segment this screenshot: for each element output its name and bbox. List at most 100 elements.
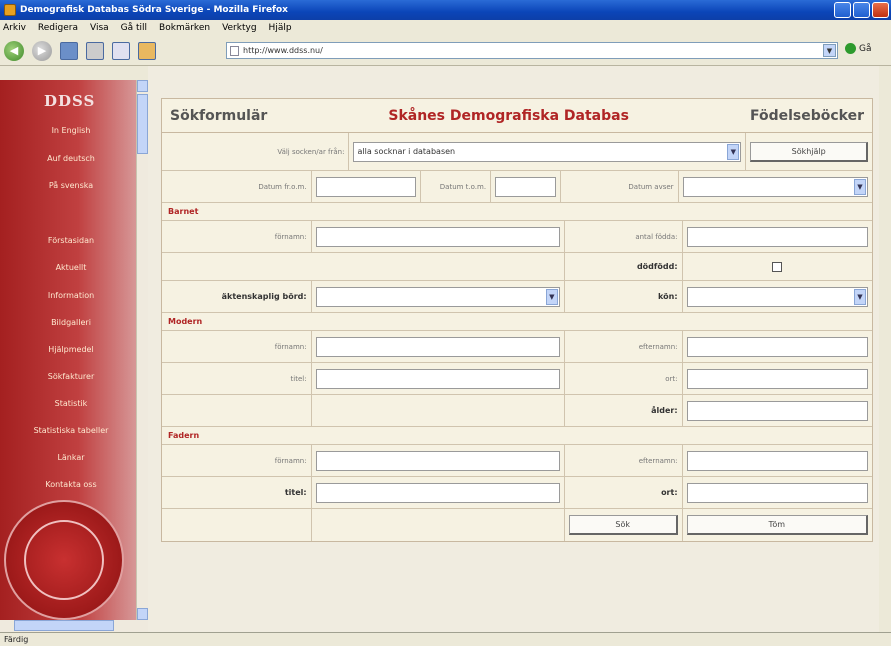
mother-title-label-cell: titel: [162,363,312,394]
minimize-button[interactable] [834,2,851,18]
date-from-input[interactable] [315,176,417,197]
forward-icon[interactable]: ▶ [32,40,52,61]
go-button[interactable]: Gå [845,43,872,54]
menu-item-go[interactable]: Gå till [121,23,147,33]
date-to-cell [491,171,561,202]
stop-icon[interactable] [86,41,104,60]
legitimacy-select[interactable]: ▼ [315,286,560,307]
date-from-cell [312,171,422,202]
sidebar-horizontal-scrollbar[interactable] [0,620,148,632]
mother-last-label-cell: efternamn: [565,331,683,362]
search-button[interactable]: Sök [568,515,678,535]
page-scrollbar[interactable] [879,66,891,632]
sidebar-link-german[interactable]: Auf deutsch [0,154,142,163]
maximize-button[interactable] [853,2,870,18]
page-icon[interactable] [112,41,130,60]
menu-item-help[interactable]: Hjälp [269,23,292,33]
section-mother: Modern [162,313,872,331]
mother-place-label: ort: [665,374,678,383]
scroll-down-arrow[interactable] [137,608,148,620]
chevron-down-icon[interactable]: ▼ [727,143,740,160]
address-bar[interactable]: http://www.ddss.nu/ ▼ [226,42,838,59]
search-help-button[interactable]: Sökhjälp [750,141,868,162]
window-title: Demografisk Databas Södra Sverige - Mozi… [20,5,288,15]
sidebar-link-tables[interactable]: Statistiska tabeller [0,426,142,435]
mother-firstname-input[interactable] [315,336,560,357]
child-stillborn-cell [683,253,872,280]
father-title-label: titel: [284,488,307,497]
clear-button[interactable]: Töm [686,515,868,535]
chevron-down-icon[interactable]: ▼ [854,288,866,305]
site-logo[interactable]: DDSS [44,92,95,110]
child-first-label: förnamn: [274,232,307,241]
child-sex-label-cell: kön: [565,281,683,312]
father-last-label: efternamn: [638,456,678,465]
menu-item-view[interactable]: Visa [90,23,109,33]
stillborn-checkbox[interactable] [772,261,783,272]
sidebar-link-search[interactable]: Sökfakturer [0,372,142,381]
hscroll-thumb[interactable] [14,620,114,631]
child-row-1: förnamn: antal födda: [162,221,872,253]
child-birthorder-cell [683,221,872,252]
sidebar-link-help[interactable]: Hjälpmedel [0,345,142,354]
father-lastname-input[interactable] [686,450,868,471]
reload-icon[interactable] [60,41,78,60]
sex-select[interactable]: ▼ [686,286,868,307]
sidebar-link-contact[interactable]: Kontakta oss [0,480,142,489]
sidebar-scrollbar[interactable] [136,80,148,620]
mother-place-input[interactable] [686,368,868,389]
sidebar-link-statistics[interactable]: Statistik [0,399,142,408]
date-year-select[interactable]: ▼ [682,176,868,197]
date-row: Datum fr.o.m. Datum t.o.m. Datum avser ▼ [162,171,872,203]
date-from-label: Datum fr.o.m. [258,182,307,191]
child-legit-cell: ▼ [312,281,565,312]
date-year-cell: ▼ [679,171,872,202]
sidebar-link-information[interactable]: Information [0,291,142,300]
menu-item-edit[interactable]: Redigera [38,23,78,33]
scroll-thumb[interactable] [137,94,148,154]
menu-item-bookmarks[interactable]: Bokmärken [159,23,210,33]
father-row-1: förnamn: efternamn: [162,445,872,477]
mother-title-cell [312,363,565,394]
sidebar-link-gallery[interactable]: Bildgalleri [0,318,142,327]
sidebar-link-links[interactable]: Länkar [0,453,142,462]
child-stillborn-label-cell: dödfödd: [565,253,683,280]
window-titlebar: Demografisk Databas Södra Sverige - Mozi… [0,0,891,20]
scroll-up-arrow[interactable] [137,80,148,92]
father-last-label-cell: efternamn: [565,445,683,476]
back-icon[interactable]: ◀ [4,40,24,61]
mother-age-input[interactable] [686,400,868,421]
sidebar-link-english[interactable]: In English [0,126,142,135]
form-title-left: Sökformulär [170,107,268,124]
father-firstname-input[interactable] [315,450,560,471]
menu-item-tools[interactable]: Verktyg [222,23,256,33]
seal-ring [24,520,104,600]
father-title-input[interactable] [315,482,560,503]
address-url: http://www.ddss.nu/ [243,46,323,55]
date-to-input[interactable] [495,176,556,197]
chevron-down-icon[interactable]: ▼ [545,288,558,305]
child-first-cell [312,221,565,252]
close-button[interactable] [872,2,889,18]
chevron-down-icon[interactable]: ▼ [854,178,866,195]
father-place-input[interactable] [686,482,868,503]
sidebar-link-home[interactable]: Förstasidan [0,236,142,245]
clear-cell: Töm [683,509,872,541]
mother-empty-cell-1 [162,395,312,426]
search-form: Sökformulär Skånes Demografiska Databas … [161,98,873,542]
date-year-label-cell: Datum avser [561,171,679,202]
mother-title-input[interactable] [315,368,560,389]
chevron-down-icon[interactable]: ▼ [823,44,836,57]
menu-item-file[interactable]: Arkiv [3,23,26,33]
seal-image [4,500,124,620]
mother-last-cell [683,331,872,362]
father-row-2: titel: ort: [162,477,872,509]
sidebar-link-news[interactable]: Aktuellt [0,263,142,272]
parish-select[interactable]: alla socknar i databasen ▼ [353,141,742,162]
mother-lastname-input[interactable] [686,336,868,357]
home-icon[interactable] [138,41,156,60]
child-birthorder-input[interactable] [686,226,868,247]
child-firstname-input[interactable] [315,226,560,247]
sidebar-link-swedish[interactable]: På svenska [0,181,142,190]
mother-age-cell [683,395,872,426]
